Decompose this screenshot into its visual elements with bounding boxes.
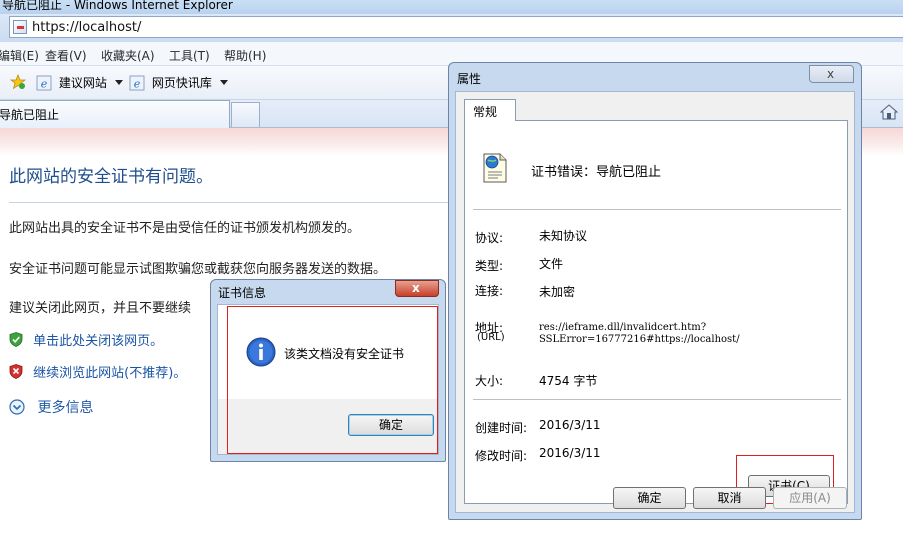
address-bar: https://localhost/ — [0, 14, 903, 42]
modified-value: 2016/3/11 — [539, 446, 601, 460]
apply-button: 应用(A) — [773, 487, 847, 509]
tab-navigation-blocked[interactable]: 导航已阻止 — [0, 100, 230, 128]
size-label: 大小: — [475, 374, 504, 388]
connection-label: 连接: — [475, 284, 504, 298]
star-icon — [10, 74, 26, 90]
close-icon: x — [827, 67, 835, 81]
address-input[interactable]: https://localhost/ — [9, 16, 903, 38]
more-info-label: 更多信息 — [37, 400, 94, 416]
window-title: 导航已阻止 - Windows Internet Explorer — [2, 0, 233, 12]
divider — [9, 202, 449, 203]
more-info-toggle[interactable]: 更多信息 — [9, 397, 93, 417]
suggested-sites-label: 建议网站 — [58, 76, 107, 90]
description-text: 此网站出具的安全证书不是由受信任的证书颁发机构颁发的。 — [9, 221, 361, 236]
properties-dialog: 属性 x 常规 证书错误：导航已阻止 协议: 未知协议 类型: 文件 连接: 未… — [448, 62, 862, 520]
shield-x-icon — [9, 364, 23, 379]
protocol-label: 协议: — [475, 231, 504, 245]
address-value-line1: res://ieframe.dll/invalidcert.htm? — [539, 322, 707, 333]
size-value: 4754 字节 — [539, 374, 598, 388]
dialog-title: 证书信息 — [218, 286, 267, 300]
divider — [473, 209, 841, 210]
add-favorite-button[interactable] — [10, 74, 29, 92]
page-error-icon — [13, 20, 27, 34]
divider — [473, 399, 841, 400]
highlight-box — [227, 306, 438, 454]
created-value: 2016/3/11 — [539, 418, 601, 432]
web-slice-gallery-label: 网页快讯库 — [151, 76, 212, 90]
continue-site-link[interactable]: 继续浏览此网站(不推荐)。 — [9, 362, 186, 381]
description-text: 安全证书问题可能显示试图欺骗您或截获您向服务器发送的数据。 — [9, 262, 387, 277]
svg-text:e: e — [134, 77, 141, 90]
chevron-down-icon — [219, 80, 228, 85]
address-url: https://localhost/ — [32, 20, 142, 35]
close-page-link-text: 单击此处关闭该网页。 — [33, 334, 164, 349]
window-titlebar: 导航已阻止 - Windows Internet Explorer — [0, 0, 903, 14]
address-label-url: (URL) — [477, 332, 505, 343]
expand-circle-icon — [9, 399, 25, 415]
protocol-value: 未知协议 — [539, 229, 588, 243]
chevron-down-icon — [114, 80, 123, 85]
page-title: 此网站的安全证书有问题。 — [9, 167, 213, 187]
shield-check-icon — [9, 332, 23, 347]
menu-favorites[interactable]: 收藏夹(A) — [101, 47, 155, 64]
recommendation-text: 建议关闭此网页，并且不要继续 — [9, 301, 192, 316]
svg-text:e: e — [41, 77, 48, 90]
close-button[interactable]: x — [809, 65, 854, 83]
suggested-sites-button[interactable]: e 建议网站 — [36, 74, 123, 92]
web-slice-gallery-button[interactable]: e 网页快讯库 — [129, 74, 228, 92]
dialog-body: 该类文档没有安全证书 确定 — [217, 304, 439, 455]
tab-general[interactable]: 常规 — [464, 99, 516, 121]
new-tab-button[interactable] — [231, 102, 260, 127]
home-icon[interactable] — [880, 104, 898, 120]
created-label: 创建时间: — [475, 421, 528, 435]
menu-edit[interactable]: 编辑(E) — [0, 47, 39, 64]
dialog-body: 常规 证书错误：导航已阻止 协议: 未知协议 类型: 文件 连接: 未加密 地址… — [455, 91, 855, 513]
connection-value: 未加密 — [539, 285, 576, 299]
menu-tools[interactable]: 工具(T) — [169, 47, 210, 64]
dialog-title: 属性 — [457, 72, 482, 86]
certificate-info-dialog: 证书信息 x 该类文档没有安全证书 确定 — [210, 279, 446, 462]
general-panel: 证书错误：导航已阻止 协议: 未知协议 类型: 文件 连接: 未加密 地址: (… — [464, 120, 848, 504]
close-icon: x — [412, 281, 420, 295]
menu-help[interactable]: 帮助(H) — [224, 47, 266, 64]
type-value: 文件 — [539, 257, 564, 271]
close-page-link[interactable]: 单击此处关闭该网页。 — [9, 330, 163, 349]
close-button[interactable]: x — [395, 280, 439, 297]
web-document-icon — [483, 153, 507, 183]
continue-site-link-text: 继续浏览此网站(不推荐)。 — [33, 366, 187, 381]
menu-view[interactable]: 查看(V) — [45, 47, 87, 64]
document-title: 证书错误：导航已阻止 — [531, 165, 662, 180]
tab-label: 导航已阻止 — [0, 108, 60, 122]
modified-label: 修改时间: — [475, 449, 528, 463]
cancel-button[interactable]: 取消 — [693, 487, 766, 509]
ie-icon: e — [36, 75, 52, 90]
tab-general-label: 常规 — [473, 105, 498, 119]
address-value-line2: SSLError=16777216#https://localhost/ — [539, 334, 740, 345]
type-label: 类型: — [475, 259, 504, 273]
ie-icon: e — [129, 75, 145, 90]
ok-button[interactable]: 确定 — [613, 487, 686, 509]
